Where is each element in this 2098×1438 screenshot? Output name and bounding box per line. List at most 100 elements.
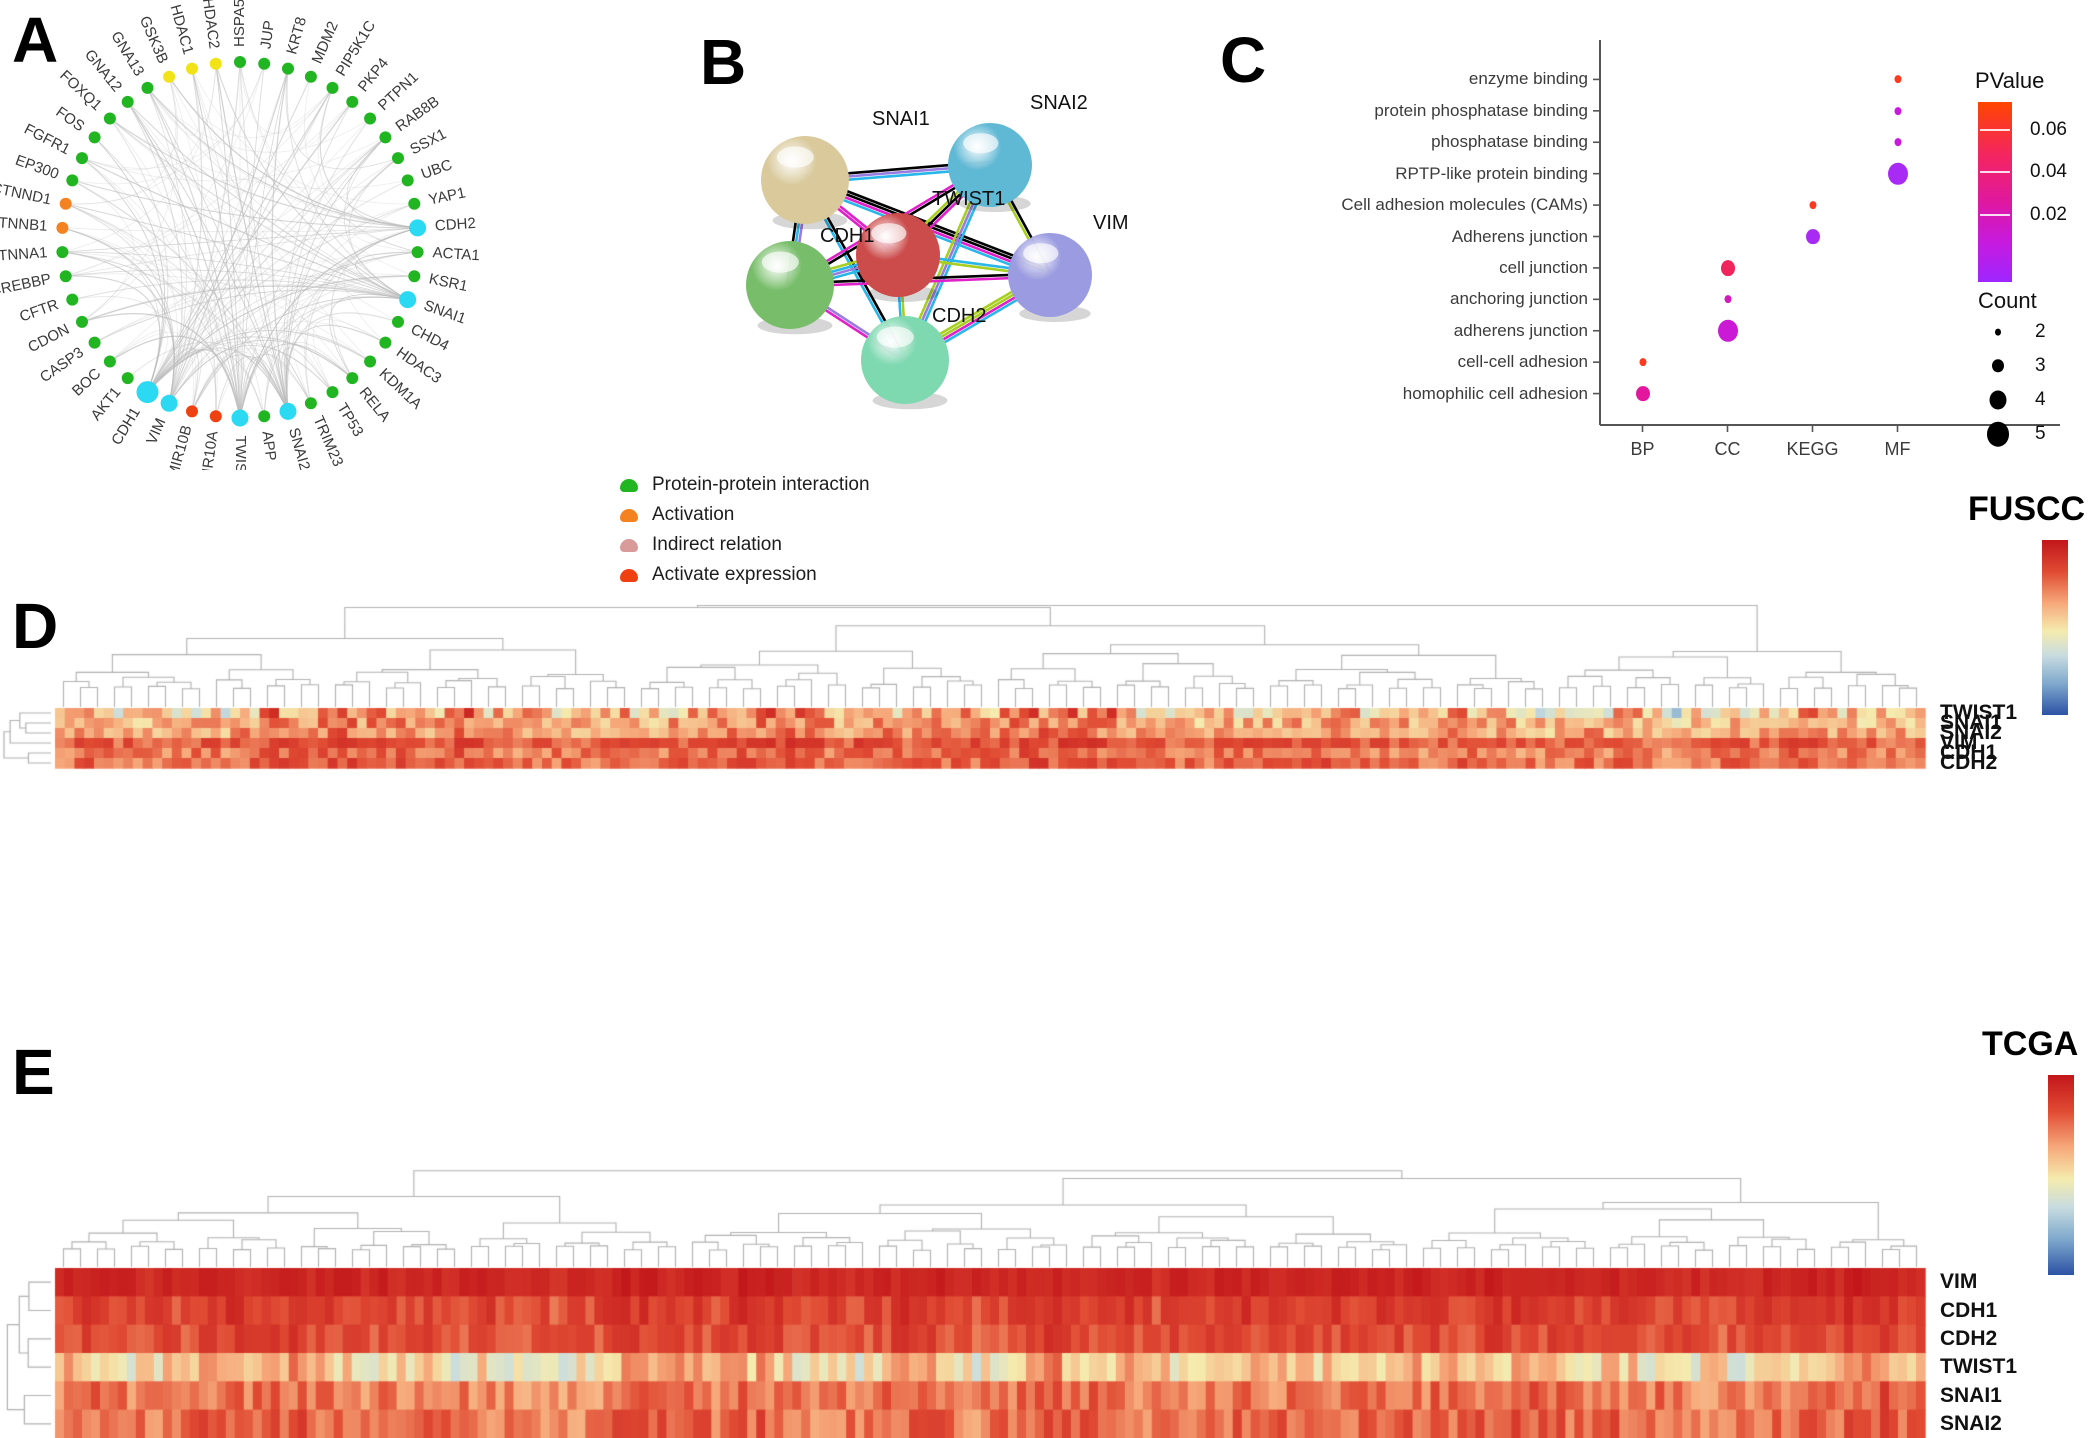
count-legend-label: 3 (2035, 355, 2046, 376)
network-node-label: APP (258, 430, 279, 462)
dotplot-point[interactable] (1894, 75, 1901, 84)
dotplot-point[interactable] (1809, 201, 1816, 209)
network-node[interactable] (326, 386, 339, 399)
network-node[interactable] (186, 405, 198, 418)
network-node[interactable] (141, 81, 154, 94)
panel-d-title: FUSCC (1968, 490, 2086, 528)
legend-item: Activate expression (620, 560, 920, 590)
network-node[interactable] (326, 81, 339, 94)
network-node-label: TRIM23 (310, 413, 347, 469)
network-node[interactable] (59, 270, 72, 283)
legend-swatch-indirect-relation (620, 538, 638, 552)
dotplot-point[interactable] (1894, 138, 1901, 147)
network-node[interactable] (379, 131, 392, 144)
network-node[interactable] (103, 355, 116, 368)
heatmap-d-colorbar (2042, 540, 2068, 715)
network-node[interactable] (76, 152, 88, 165)
network-node[interactable] (59, 197, 72, 210)
network-node[interactable] (401, 174, 414, 187)
network-node[interactable] (231, 409, 249, 427)
network-node[interactable] (121, 95, 134, 108)
network-node-label: MIR10B (165, 423, 196, 470)
network-node[interactable] (279, 402, 297, 420)
network-node[interactable] (160, 394, 178, 412)
count-legend-dot (1987, 421, 2009, 447)
heatmap-row-label-snai1: SNAI1 (1940, 1383, 2002, 1407)
network-node[interactable] (282, 62, 294, 75)
dotplot-point[interactable] (1805, 228, 1820, 245)
heatmap-d-canvas (0, 590, 2098, 770)
dotplot-x-label: KEGG (1786, 439, 1839, 459)
network-node-label: CREBBP (0, 270, 53, 299)
dotplot-y-label: adherens junction (1453, 320, 1588, 340)
network-node[interactable] (56, 221, 69, 234)
network-node[interactable] (346, 372, 359, 385)
network-node[interactable] (304, 70, 317, 83)
network-node[interactable] (304, 397, 317, 410)
network-node-label: TWIST1 (232, 436, 249, 471)
network-node[interactable] (88, 131, 101, 144)
network-node[interactable] (209, 410, 222, 423)
dotplot-y-label: protein phosphatase binding (1374, 100, 1588, 120)
heatmap-row-label-snai2: SNAI2 (1940, 1411, 2002, 1435)
dotplot-point[interactable] (1639, 358, 1646, 367)
network-node[interactable] (121, 372, 134, 385)
network-node-label: CTNNB1 (0, 214, 48, 235)
network-node[interactable] (186, 62, 198, 75)
network-node[interactable] (163, 70, 176, 83)
network-node[interactable] (209, 57, 222, 70)
string-node-label-vim: VIM (1093, 212, 1129, 234)
legend-swatch-activation (620, 508, 638, 522)
string-node-highlight (876, 326, 914, 348)
legend-swatch-protein-protein-interaction (620, 478, 638, 492)
panel-c-dotplot: C homophilic cell adhesion cell-cell adhe… (1220, 20, 2098, 470)
network-node[interactable] (258, 410, 271, 423)
string-node-label-twist1: TWIST1 (932, 188, 1006, 210)
string-node-label-cdh2: CDH2 (932, 305, 987, 327)
network-node[interactable] (56, 246, 69, 259)
string-node-highlight (1023, 243, 1059, 264)
network-node[interactable] (379, 336, 392, 349)
network-node-label: ACTA1 (432, 244, 480, 264)
network-node[interactable] (392, 152, 404, 165)
legend-item: Protein-protein interaction (620, 470, 920, 500)
dotplot-x-label: MF (1884, 439, 1911, 459)
dotplot-point[interactable] (1720, 260, 1735, 276)
dotplot-x-label: CC (1714, 439, 1741, 459)
network-node-label: SSX1 (407, 126, 449, 159)
network-node[interactable] (66, 174, 79, 187)
network-node[interactable] (66, 293, 79, 306)
network-node-label: YAP1 (427, 184, 467, 208)
network-node[interactable] (399, 291, 417, 309)
network-node[interactable] (409, 219, 427, 237)
network-node-label: KRT8 (283, 15, 310, 56)
pvalue-legend-tick: 0.06 (2030, 119, 2067, 140)
network-node[interactable] (411, 246, 424, 259)
network-node[interactable] (392, 315, 404, 328)
network-node[interactable] (136, 381, 159, 404)
network-node-label: CDON (25, 321, 72, 356)
network-node[interactable] (346, 95, 359, 108)
network-node[interactable] (88, 336, 101, 349)
dotplot-point[interactable] (1724, 295, 1731, 304)
string-node-label-cdh1: CDH1 (820, 225, 875, 247)
network-node[interactable] (103, 112, 116, 125)
string-node-highlight (761, 251, 799, 273)
network-node-label: MDM2 (309, 19, 342, 66)
dotplot-y-label: Cell adhesion molecules (CAMs) (1341, 195, 1588, 215)
network-node[interactable] (408, 197, 421, 210)
network-node-label: SNAI2 (285, 426, 313, 470)
dotplot-point[interactable] (1894, 106, 1901, 115)
dotplot-y-label: anchoring junction (1450, 289, 1588, 309)
network-node[interactable] (76, 315, 88, 328)
dotplot-point[interactable] (1635, 385, 1650, 402)
network-node-label: EP300 (13, 152, 61, 183)
legend-label: Protein-protein interaction (652, 474, 870, 495)
string-node-highlight (963, 133, 999, 154)
network-node[interactable] (364, 112, 377, 125)
network-node[interactable] (234, 56, 246, 68)
network-node[interactable] (258, 57, 271, 70)
network-node-label: UBC (419, 156, 455, 183)
network-node[interactable] (408, 270, 421, 283)
network-node[interactable] (364, 355, 377, 368)
